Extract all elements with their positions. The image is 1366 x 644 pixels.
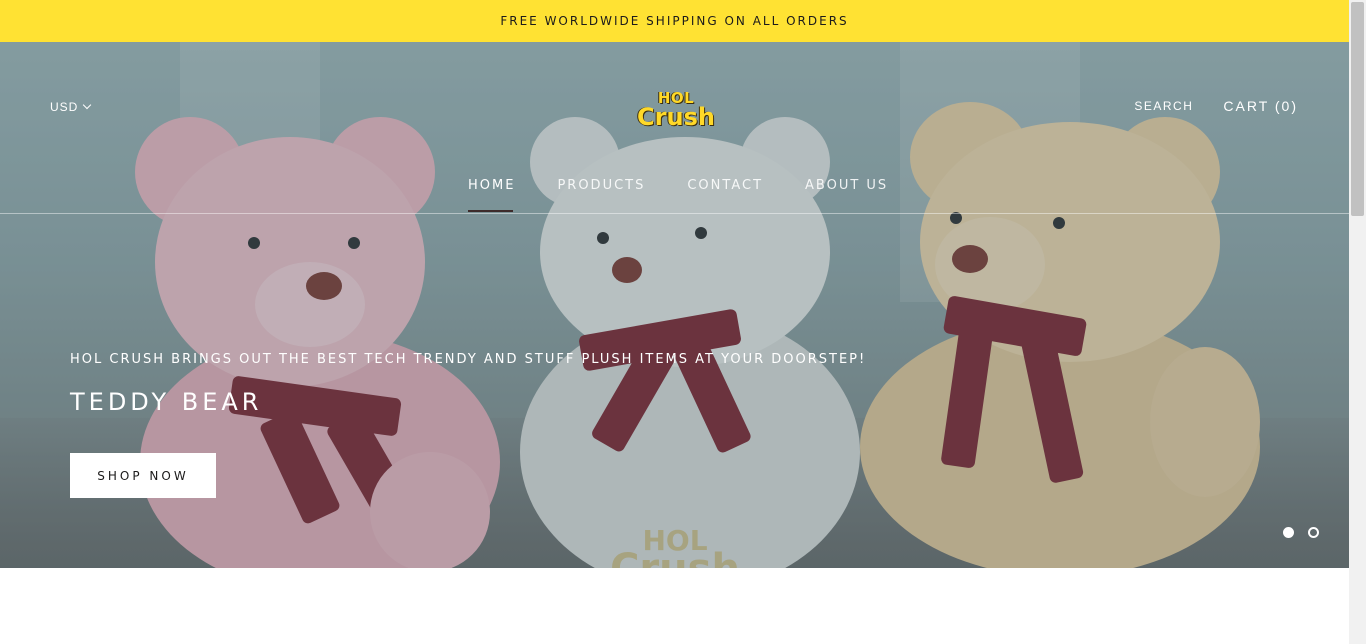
- header-divider: [0, 213, 1349, 214]
- slide-dot-1[interactable]: [1283, 527, 1294, 538]
- cart-link[interactable]: CART (0): [1223, 98, 1298, 114]
- announcement-text: FREE WORLDWIDE SHIPPING ON ALL ORDERS: [500, 14, 849, 28]
- search-link[interactable]: SEARCH: [1134, 99, 1193, 113]
- chevron-down-icon: [83, 100, 92, 110]
- header-actions: SEARCH CART (0): [1134, 98, 1298, 114]
- watermark-logo: HOL Crush: [585, 527, 765, 569]
- site-logo[interactable]: HOL Crush: [633, 90, 719, 131]
- hero-title: TEDDY BEAR: [70, 388, 263, 416]
- main-navigation: HOME PRODUCTS CONTACT ABOUT US: [468, 178, 888, 212]
- hero-subheading: HOL CRUSH BRINGS OUT THE BEST TECH TREND…: [70, 352, 867, 367]
- scrollbar-thumb[interactable]: [1351, 2, 1364, 216]
- nav-item-home[interactable]: HOME: [468, 178, 515, 212]
- nav-item-about-us[interactable]: ABOUT US: [805, 178, 888, 211]
- currency-label: USD: [50, 100, 79, 114]
- currency-selector[interactable]: USD: [50, 100, 92, 114]
- slide-dot-2[interactable]: [1308, 527, 1319, 538]
- page-scrollbar[interactable]: [1349, 0, 1366, 644]
- shop-now-button[interactable]: SHOP NOW: [70, 453, 216, 498]
- nav-item-products[interactable]: PRODUCTS: [557, 178, 645, 211]
- watermark-line2: Crush: [585, 549, 765, 568]
- slideshow-pagination: [1283, 527, 1319, 538]
- announcement-bar: FREE WORLDWIDE SHIPPING ON ALL ORDERS: [0, 0, 1349, 42]
- hero-slideshow: HOL Crush USD HOL Crush SEARCH CART (0) …: [0, 42, 1349, 568]
- nav-item-contact[interactable]: CONTACT: [687, 178, 763, 211]
- logo-line2: Crush: [637, 103, 715, 131]
